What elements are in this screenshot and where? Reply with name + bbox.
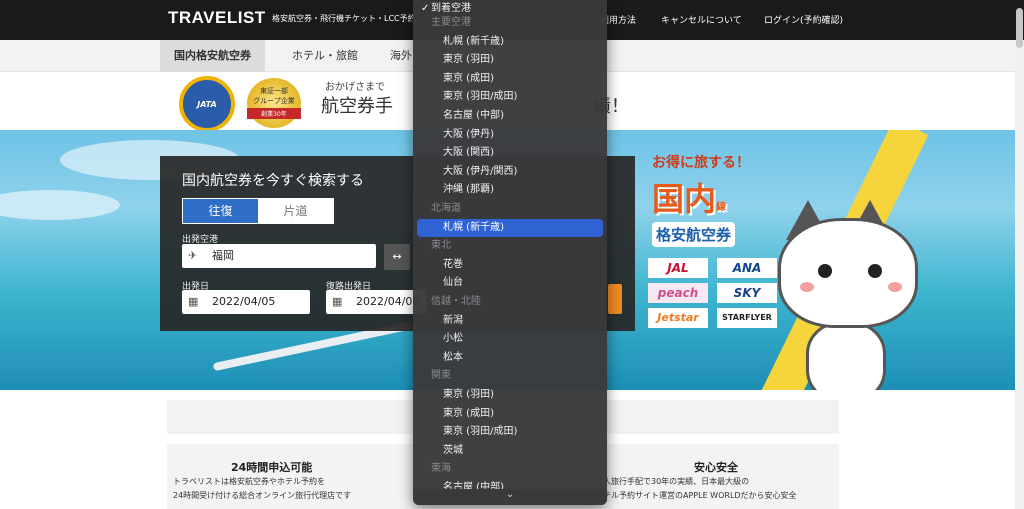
dropdown-group-label: 東海 [431, 463, 451, 475]
nav-link-login[interactable]: ログイン(予約確認) [764, 13, 843, 26]
dropdown-option[interactable]: 大阪 (伊丹) [417, 126, 603, 144]
tab-hotels[interactable]: ホテル・旅館 [278, 40, 372, 72]
dropdown-option[interactable]: 札幌 (新千歳) [417, 218, 603, 237]
airline-logo-skymark: SKY [717, 283, 777, 303]
badge-line-2: グループ企業 [253, 97, 295, 105]
dropdown-group-label: 東北 [431, 240, 451, 252]
mascot-body [806, 322, 886, 390]
dropdown-option[interactable]: 仙台 [417, 274, 603, 292]
swap-airports-button[interactable]: ↔ [384, 244, 410, 270]
page-scrollbar-thumb[interactable] [1016, 8, 1023, 48]
calendar-icon: ▦ [188, 295, 199, 308]
promo-text: お得に旅する！ 国内線 格安航空券 [652, 152, 782, 247]
return-date-value: 2022/04/06 [356, 295, 420, 308]
promo-catchphrase: お得に旅する！ [652, 155, 750, 171]
dropdown-option[interactable]: 茨城 [417, 442, 603, 460]
feature-text-safety-line1: 個人旅行手配で30年の実績、日本最大級の [595, 477, 750, 486]
departure-airport-select[interactable]: ✈ 福岡 [182, 244, 376, 268]
airplane-icon: ✈ [188, 249, 198, 262]
feature-title-safety: 安心安全 [694, 461, 738, 474]
promo-domestic: 国内線 [652, 174, 782, 220]
feature-text-24h-line1: トラベリストは格安航空券やホテル予約を [173, 477, 325, 486]
badge-ribbon: 創業30年 [247, 108, 301, 119]
dropdown-option[interactable]: 大阪 (伊丹/関西) [417, 163, 603, 181]
return-date-input[interactable]: ▦ 2022/04/06 [326, 290, 426, 314]
feature-text-safety-line2: ホテル予約サイト運営のAPPLE WORLDだから安心安全 [595, 491, 797, 500]
promo-cheap-flights: 格安航空券 [652, 222, 736, 247]
dropdown-option[interactable]: 松本 [417, 349, 603, 367]
roundtrip-button[interactable]: 往復 [183, 199, 258, 223]
dropdown-option[interactable]: 大阪 (関西) [417, 144, 603, 162]
nav-link-cancellation[interactable]: キャンセルについて [661, 13, 742, 26]
feature-text-24h-line2: 24時間受け付ける総合オンライン旅行代理店です [173, 491, 352, 500]
feature-title-24h: 24時間申込可能 [231, 461, 313, 474]
tab-domestic-flights[interactable]: 国内格安航空券 [160, 40, 265, 72]
banner-headline: 航空券手 [321, 96, 393, 117]
promo-domestic-suffix: 線 [716, 202, 727, 213]
arrival-airport-dropdown[interactable]: ✓ 到着空港 主要空港 札幌 (新千歳) 東京 (羽田) 東京 (成田) 東京 (羽田/… [413, 0, 607, 505]
dropdown-option[interactable]: 沖縄 (那覇) [417, 181, 603, 199]
dropdown-current-label: 到着空港 [431, 3, 471, 14]
dropdown-group-label: 信越・北陸 [431, 296, 481, 307]
depart-date-value: 2022/04/05 [212, 295, 276, 308]
dropdown-option[interactable]: 東京 (羽田/成田) [417, 423, 603, 441]
dropdown-option[interactable]: 名古屋 (中部) [417, 107, 603, 125]
dropdown-option[interactable]: 札幌 (新千歳) [417, 33, 603, 51]
airline-logo-starflyer: STARFLYER [717, 308, 777, 328]
anniversary-badge: 東証一部 グループ企業 創業30年 [247, 78, 301, 128]
scroll-down-arrow-icon[interactable]: ⌄ [413, 489, 607, 505]
promo-domestic-text: 国内 [652, 180, 717, 218]
dropdown-group-label: 北海道 [431, 203, 461, 214]
site-logo[interactable]: TRAVELIST [168, 8, 266, 28]
dropdown-option[interactable]: 東京 (羽田) [417, 51, 603, 69]
dropdown-option[interactable]: 東京 (成田) [417, 70, 603, 88]
badge-line-1: 東証一部 [260, 87, 288, 95]
site-tagline: 格安航空券・飛行機チケット・LCC予約 [272, 14, 416, 23]
mascot-cheek [800, 282, 814, 292]
page-scrollbar[interactable] [1015, 40, 1024, 509]
airline-logo-ana: ANA [717, 258, 777, 278]
banner-small-text: おかげさまで [325, 82, 385, 93]
mascot-head [778, 218, 918, 328]
oneway-button[interactable]: 片道 [258, 199, 333, 223]
dropdown-option[interactable]: 小松 [417, 330, 603, 348]
departure-airport-value: 福岡 [212, 249, 234, 262]
search-button[interactable] [608, 284, 622, 314]
cloud [0, 190, 120, 220]
calendar-icon: ▦ [332, 295, 343, 308]
airline-logo-jal: JAL [648, 258, 708, 278]
search-title: 国内航空券を今すぐ検索する [182, 173, 364, 189]
dropdown-group-label: 主要空港 [431, 17, 471, 28]
mascot-eye-icon [818, 264, 832, 278]
airline-logo-peach: peach [648, 283, 708, 303]
dropdown-group-label: 関東 [431, 370, 451, 382]
dropdown-option[interactable]: 新潟 [417, 312, 603, 330]
dropdown-option[interactable]: 東京 (羽田) [417, 386, 603, 404]
depart-date-input[interactable]: ▦ 2022/04/05 [182, 290, 310, 314]
dropdown-option[interactable]: 東京 (羽田/成田) [417, 88, 603, 106]
airline-logo-jetstar: Jetstar [648, 308, 708, 328]
jata-badge: JATA [179, 76, 235, 132]
jata-label: JATA [197, 100, 217, 109]
mascot-eye-icon [868, 264, 882, 278]
dropdown-option[interactable]: 東京 (成田) [417, 405, 603, 423]
mascot-cheek [888, 282, 902, 292]
dropdown-option[interactable]: 花巻 [417, 256, 603, 274]
trip-type-toggle: 往復 片道 [182, 198, 334, 224]
